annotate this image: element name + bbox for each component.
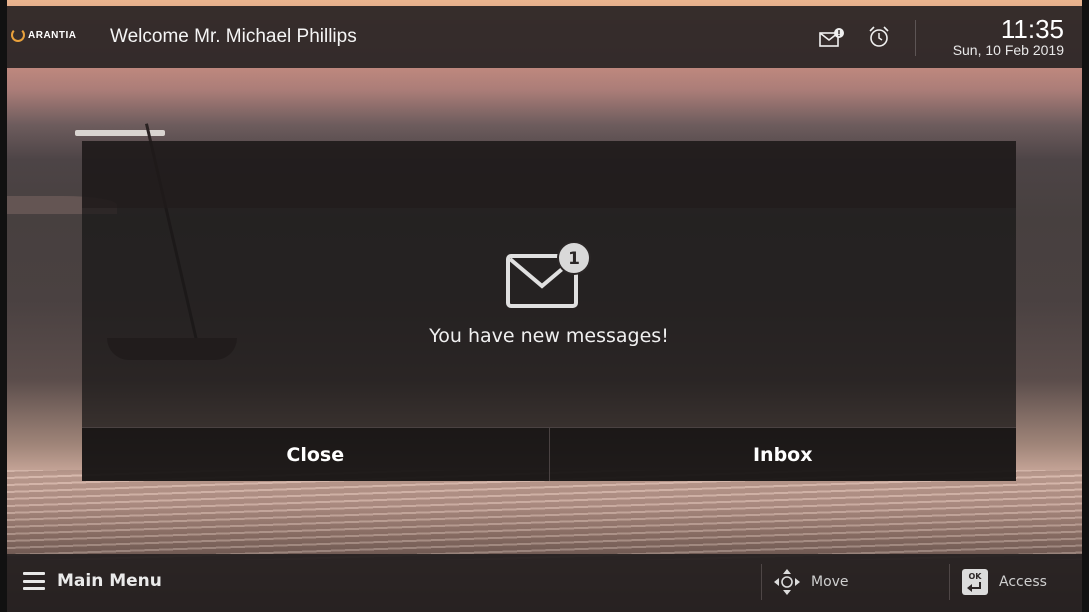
main-menu-button[interactable]: Main Menu [23, 571, 162, 591]
ok-enter-icon: OK [962, 569, 988, 595]
move-label: Move [811, 574, 849, 590]
clock-time: 11:35 [1000, 14, 1064, 44]
dialog-header [82, 141, 1016, 208]
top-bar: ARANTIA Welcome Mr. Michael Phillips 11:… [7, 6, 1082, 68]
dialog-badge-count: 1 [568, 249, 580, 269]
access-label: Access [999, 574, 1047, 590]
ok-key-label: OK [969, 572, 983, 581]
dpad-icon [774, 569, 800, 595]
access-hint: OK Access [961, 568, 1047, 596]
move-hint: Move [773, 568, 849, 596]
brand-logo: ARANTIA [11, 28, 77, 42]
topbar-divider [915, 20, 916, 56]
alarm-clock-icon[interactable] [868, 25, 890, 49]
envelope-icon: 1 [506, 242, 591, 308]
hamburger-icon [23, 572, 45, 590]
mail-icon[interactable] [819, 28, 845, 48]
clock-date: Sun, 10 Feb 2019 [952, 42, 1064, 58]
bottombar-divider [761, 564, 762, 600]
dialog-message: You have new messages! [429, 325, 669, 347]
logo-text: ARANTIA [28, 29, 77, 41]
logo-mark-icon [11, 28, 25, 42]
inbox-button[interactable]: Inbox [548, 428, 1017, 481]
boat-spar [75, 130, 165, 136]
new-messages-dialog: 1 You have new messages! [82, 208, 1016, 427]
main-menu-label: Main Menu [57, 571, 162, 591]
boat-wake [7, 470, 1082, 560]
close-button[interactable]: Close [82, 428, 549, 481]
clock: 11:35 Sun, 10 Feb 2019 [953, 16, 1064, 58]
bottom-bar: Main Menu Move OK Access [7, 554, 1082, 612]
bottombar-divider [949, 564, 950, 600]
dialog-button-row: Close Inbox [82, 427, 1016, 481]
welcome-message: Welcome Mr. Michael Phillips [110, 26, 357, 47]
